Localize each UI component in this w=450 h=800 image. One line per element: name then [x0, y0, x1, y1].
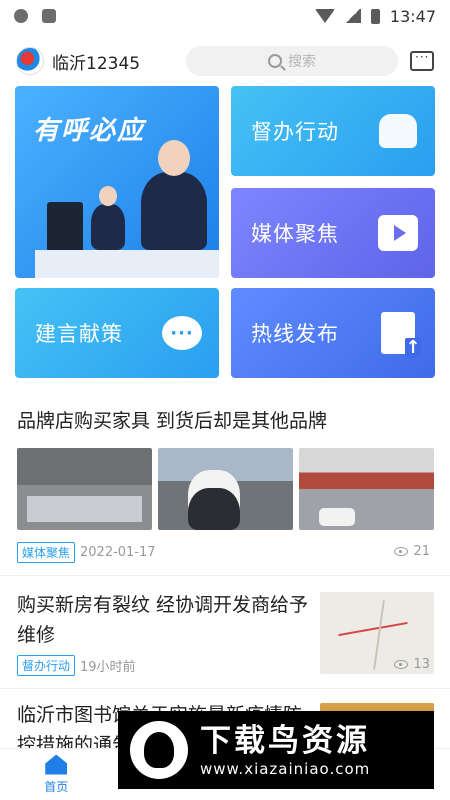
search-input[interactable]: 搜索	[186, 46, 399, 76]
watermark-banner: 下载鸟资源 www.xiazainiao.com	[118, 711, 434, 789]
operator-graphic	[91, 186, 125, 250]
eye-icon	[394, 660, 409, 669]
document-upload-icon	[377, 312, 421, 358]
chat-icon: ···	[161, 312, 203, 354]
news-meta: 媒体聚焦 2022-01-17	[17, 542, 156, 563]
news-thumbnail	[17, 448, 152, 530]
news-thumbnails[interactable]	[17, 448, 434, 530]
search-placeholder: 搜索	[288, 54, 317, 70]
wifi-icon	[314, 9, 335, 23]
news-time: 19小时前	[80, 660, 136, 675]
news-tag: 媒体聚焦	[17, 542, 76, 563]
hero-title: 有呼必应	[33, 116, 146, 146]
message-icon[interactable]	[410, 50, 434, 71]
desk-graphic	[35, 250, 219, 278]
notification-a-icon	[42, 9, 56, 23]
tile-media-label: 媒体聚焦	[251, 222, 339, 246]
news-view-count: 13	[413, 657, 430, 672]
home-icon	[45, 754, 68, 775]
app-title: 临沂12345	[52, 53, 141, 74]
divider	[0, 688, 450, 689]
news-thumbnail	[158, 448, 293, 530]
shield-icon	[14, 9, 28, 23]
news-view-count: 21	[413, 544, 430, 559]
news-views: 13	[394, 657, 430, 672]
bird-logo-icon	[130, 721, 188, 779]
battery-icon	[370, 8, 380, 24]
tile-media[interactable]: 媒体聚焦	[231, 188, 435, 278]
eye-icon	[394, 547, 409, 556]
news-title[interactable]: 购买新房有裂纹 经协调开发商给予维修	[17, 590, 309, 650]
tile-duban[interactable]: 督办行动	[231, 86, 435, 176]
status-bar: 13:47	[0, 0, 450, 32]
status-time: 13:47	[389, 6, 436, 26]
tv-icon	[377, 212, 419, 254]
tile-hotline-label: 热线发布	[251, 322, 339, 346]
divider	[0, 575, 450, 576]
monitor-graphic	[47, 202, 83, 252]
news-time: 2022-01-17	[80, 545, 156, 560]
fist-icon	[377, 110, 419, 152]
nav-home[interactable]: 首页	[0, 749, 113, 800]
news-meta: 督办行动 19小时前	[17, 655, 136, 676]
app-header: 临沂12345 搜索	[0, 40, 450, 82]
tile-hero-banner[interactable]: 有呼必应	[15, 86, 219, 278]
news-tag: 督办行动	[17, 655, 76, 676]
hero-illustration	[15, 140, 219, 278]
nav-home-label: 首页	[44, 779, 69, 794]
watermark-url: www.xiazainiao.com	[200, 760, 371, 778]
news-title[interactable]: 品牌店购买家具 到货后却是其他品牌	[17, 405, 327, 437]
watermark-text: 下载鸟资源	[200, 723, 370, 759]
tile-jianyan-label: 建言献策	[35, 322, 123, 346]
signal-icon	[344, 9, 361, 23]
news-thumbnail	[299, 448, 434, 530]
tile-hotline[interactable]: 热线发布	[231, 288, 435, 378]
operator-graphic	[141, 140, 207, 250]
app-logo	[16, 47, 44, 75]
tile-jianyan[interactable]: 建言献策 ···	[15, 288, 219, 378]
tile-duban-label: 督办行动	[251, 120, 339, 144]
search-icon	[268, 54, 283, 68]
news-views: 21	[394, 544, 430, 559]
